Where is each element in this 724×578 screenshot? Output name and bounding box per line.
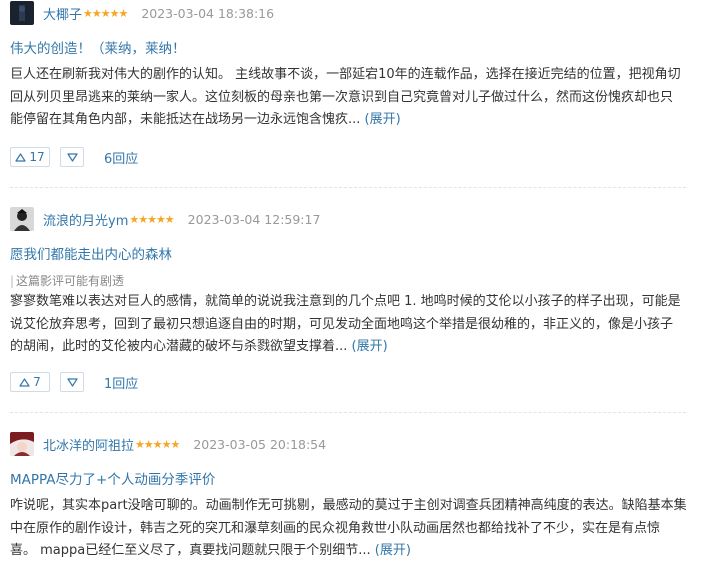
reply-count-link[interactable]: 6回应 bbox=[104, 148, 138, 167]
review-divider bbox=[10, 412, 686, 413]
review-title[interactable]: MAPPA尽力了+个人动画分季评价 bbox=[10, 468, 215, 488]
expand-link[interactable]: (展开) bbox=[365, 112, 401, 127]
thumbs-up-triangle-icon bbox=[19, 377, 30, 387]
review-timestamp: 2023-03-04 18:38:16 bbox=[141, 5, 275, 21]
downvote-button[interactable] bbox=[60, 372, 84, 392]
upvote-button[interactable]: 7 bbox=[10, 372, 50, 392]
review-timestamp: 2023-03-05 20:18:54 bbox=[193, 436, 327, 452]
spoiler-warning: | 这篇影评可能有剧透 bbox=[10, 274, 125, 288]
rating-stars: ★★★★★ bbox=[135, 437, 180, 451]
review-author[interactable]: 大椰子 bbox=[43, 4, 82, 23]
review-body: 寥寥数笔难以表达对巨人的感情，就简单的说说我注意到的几个点吧 1. 地鸣时候的艾… bbox=[10, 291, 690, 359]
review-header: 北冰洋的阿祖拉 ★★★★★ 2023-03-05 20:18:54 bbox=[10, 432, 326, 456]
avatar[interactable] bbox=[10, 1, 34, 25]
thumbs-down-triangle-icon bbox=[66, 152, 78, 162]
reply-count-link[interactable]: 1回应 bbox=[104, 373, 138, 392]
review-text-line: 巨人还在刷新我对伟大的剧作的认知。 主线故事不谈，一部延宕10年的连载作品，选择… bbox=[10, 67, 681, 82]
review-title[interactable]: 伟大的创造！（莱纳，莱纳！ bbox=[10, 37, 186, 57]
expand-link[interactable]: (展开) bbox=[375, 543, 411, 558]
review-text-line: 的胡闹，此时的艾伦被内心潜藏的破坏与杀戮欲望支撑着... (展开) bbox=[10, 339, 388, 354]
review-text-line: 喜。 mappa已经仁至义尽了，真要找问题就只限于个别细节... (展开) bbox=[10, 543, 411, 558]
review-timestamp: 2023-03-04 12:59:17 bbox=[187, 211, 321, 227]
downvote-button[interactable] bbox=[60, 147, 84, 167]
thumbs-up-triangle-icon bbox=[15, 152, 26, 162]
review-text-line: 咋说呢，其实本part没啥可聊的。动画制作无可挑剔，最感动的莫过于主创对调查兵团… bbox=[10, 498, 687, 513]
review-header: 流浪的月光ym ★★★★★ 2023-03-04 12:59:17 bbox=[10, 207, 320, 231]
review-text-line: 说艾伦放弃思考，回到了最初只想追逐自由的时期，可见发动全面地鸣这个举措是很幼稚的… bbox=[10, 316, 674, 332]
review-text-line: 回从列贝里昂逃来的莱纳一家人。这位刻板的母亲也第一次意识到自己究竟曾对儿子做过什… bbox=[10, 89, 674, 105]
upvote-button[interactable]: 17 bbox=[10, 147, 50, 167]
expand-link[interactable]: (展开) bbox=[352, 339, 388, 354]
review-actions: 17 6回应 bbox=[10, 146, 138, 168]
review-body: 巨人还在刷新我对伟大的剧作的认知。 主线故事不谈，一部延宕10年的连载作品，选择… bbox=[10, 64, 690, 132]
review-actions: 7 1回应 bbox=[10, 371, 138, 393]
review-header: 大椰子 ★★★★★ 2023-03-04 18:38:16 bbox=[10, 1, 274, 25]
avatar[interactable] bbox=[10, 207, 34, 231]
review-body: 咋说呢，其实本part没啥可聊的。动画制作无可挑剔，最感动的莫过于主创对调查兵团… bbox=[10, 495, 690, 563]
rating-stars: ★★★★★ bbox=[83, 6, 128, 20]
upvote-count: 7 bbox=[33, 375, 41, 389]
rating-stars: ★★★★★ bbox=[129, 212, 174, 226]
review-divider bbox=[10, 187, 686, 188]
review-author[interactable]: 北冰洋的阿祖拉 bbox=[43, 435, 134, 454]
thumbs-down-triangle-icon bbox=[66, 377, 78, 387]
review-text-line: 中在原作的剧作设计，韩吉之死的突兀和瀑草刻画的民众视角救世小队动画居然也都给找补… bbox=[10, 520, 661, 536]
review-text-line: 能停留在其角色内部，未能抵达在战场另一边永远饱含愧疚... (展开) bbox=[10, 112, 401, 127]
review-title[interactable]: 愿我们都能走出内心的森林 bbox=[10, 243, 172, 263]
upvote-count: 17 bbox=[29, 150, 45, 164]
avatar[interactable] bbox=[10, 432, 34, 456]
review-text-line: 寥寥数笔难以表达对巨人的感情，就简单的说说我注意到的几个点吧 1. 地鸣时候的艾… bbox=[10, 294, 681, 309]
review-author[interactable]: 流浪的月光ym bbox=[43, 210, 128, 229]
